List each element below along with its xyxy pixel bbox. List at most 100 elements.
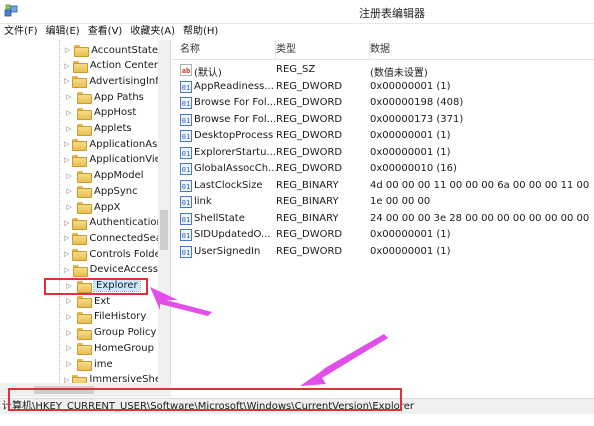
expand-arrow-icon[interactable]: ▷ bbox=[64, 156, 69, 164]
value-row[interactable]: 01 Browse For Fol... REG_DWORD 0x00000173 (… bbox=[172, 112, 594, 128]
explorer-highlight-box bbox=[44, 278, 148, 295]
folder-icon bbox=[77, 123, 92, 136]
menu-view[interactable]: 查看(V) bbox=[84, 24, 127, 40]
binary-value-icon: 01 bbox=[180, 179, 192, 192]
tree-item[interactable]: ▷ Action Center bbox=[0, 58, 158, 74]
registry-values-list[interactable]: 名称 类型 数据 ab (默认) REG_SZ (数值未设置) 01 AppReadine… bbox=[172, 40, 594, 383]
tree-item-label: AdvertisingInfo bbox=[89, 75, 158, 87]
folder-icon bbox=[72, 249, 88, 262]
tree-item[interactable]: ▷ Applets bbox=[0, 121, 158, 137]
tree-item[interactable]: ▷ ApplicationAss bbox=[0, 136, 158, 152]
expand-arrow-icon[interactable]: ▷ bbox=[64, 344, 74, 352]
expand-arrow-icon[interactable]: ▷ bbox=[64, 125, 74, 133]
value-type: REG_DWORD bbox=[276, 163, 343, 174]
tree-item[interactable]: ▷ Controls Folde bbox=[0, 246, 158, 262]
window-title: 注册表编辑器 bbox=[359, 7, 425, 20]
expand-arrow-icon[interactable]: ▷ bbox=[64, 140, 69, 148]
folder-icon bbox=[77, 343, 92, 356]
tree-item-label: ApplicationAss bbox=[89, 138, 158, 150]
expand-arrow-icon[interactable]: ▷ bbox=[64, 376, 69, 383]
expand-arrow-icon[interactable]: ▷ bbox=[64, 329, 74, 337]
tree-item[interactable]: ▷ ImmersiveShel bbox=[0, 372, 158, 383]
column-header-data[interactable]: 数据 bbox=[370, 40, 594, 60]
column-header-name[interactable]: 名称 bbox=[180, 40, 276, 60]
tree-item[interactable]: ▷ ApplicationVie bbox=[0, 152, 158, 168]
tree-item[interactable]: ▷ Group Policy bbox=[0, 325, 158, 341]
tree-item-label: AppModel bbox=[94, 170, 144, 182]
expand-arrow-icon[interactable]: ▷ bbox=[64, 203, 74, 211]
tree-item[interactable]: ▷ AppX bbox=[0, 199, 158, 215]
expand-arrow-icon[interactable]: ▷ bbox=[64, 360, 74, 368]
expand-arrow-icon[interactable]: ▷ bbox=[64, 172, 74, 180]
folder-icon bbox=[77, 170, 92, 183]
value-type: REG_DWORD bbox=[276, 229, 343, 240]
value-type: REG_BINARY bbox=[276, 212, 339, 224]
value-row[interactable]: ab (默认) REG_SZ (数值未设置) bbox=[172, 62, 594, 79]
tree-item-label: Ext bbox=[94, 295, 111, 307]
folder-icon bbox=[77, 202, 92, 214]
menu-help[interactable]: 帮助(H) bbox=[179, 24, 222, 40]
tree-item[interactable]: ▷ App Paths bbox=[0, 89, 158, 105]
tree-item[interactable]: ▷ FileHistory bbox=[0, 309, 158, 325]
value-row[interactable]: 01 SIDUpdatedO... REG_DWORD 0x00000001 (1) bbox=[172, 227, 594, 243]
expand-arrow-icon[interactable]: ▷ bbox=[64, 93, 74, 101]
tree-item[interactable]: ▷ AppSync bbox=[0, 183, 158, 199]
menu-file[interactable]: 文件(F) bbox=[0, 24, 42, 40]
expand-arrow-icon[interactable]: ▷ bbox=[64, 62, 70, 70]
expand-arrow-icon[interactable]: ▷ bbox=[64, 234, 69, 242]
binary-value-icon: 01 bbox=[180, 163, 192, 175]
binary-value-icon: 01 bbox=[180, 146, 192, 159]
expand-arrow-icon[interactable]: ▷ bbox=[64, 46, 71, 54]
expand-arrow-icon[interactable]: ▷ bbox=[64, 250, 69, 258]
menu-edit[interactable]: 编辑(E) bbox=[42, 24, 84, 40]
expand-arrow-icon[interactable]: ▷ bbox=[64, 109, 74, 117]
registry-key-tree[interactable]: ▷ AccountState ▷ Action Center ▷ AdvertisingI… bbox=[0, 40, 171, 383]
binary-value-icon: 01 bbox=[180, 229, 192, 241]
value-row[interactable]: 01 Browse For Fol... REG_DWORD 0x00000198 (… bbox=[172, 95, 594, 111]
folder-icon bbox=[72, 233, 88, 246]
expand-arrow-icon[interactable]: ▷ bbox=[64, 187, 74, 195]
value-row[interactable]: 01 GlobalAssocCh... REG_DWORD 0x00000010 (1… bbox=[172, 161, 594, 177]
binary-value-icon: 01 bbox=[180, 196, 192, 208]
tree-item[interactable]: ▷ DeviceAccess bbox=[0, 262, 158, 278]
value-type: REG_DWORD bbox=[276, 130, 343, 141]
tree-item-label: AppX bbox=[94, 201, 121, 213]
tree-item[interactable]: ▷ Authentication bbox=[0, 215, 158, 231]
tree-item[interactable]: ▷ AccountState bbox=[0, 42, 158, 58]
tree-item[interactable]: ▷ ime bbox=[0, 356, 158, 372]
tree-item-label: Group Policy bbox=[94, 327, 157, 339]
tree-item-label: HomeGroup bbox=[94, 342, 154, 354]
tree-item-label: AppSync bbox=[94, 185, 138, 197]
tree-item-label: ime bbox=[94, 358, 113, 370]
value-row[interactable]: 01 ShellState REG_BINARY 24 00 00 00 3e 28 … bbox=[172, 211, 594, 227]
value-row[interactable]: 01 DesktopProcess REG_DWORD 0x00000001 (1) bbox=[172, 128, 594, 144]
folder-icon bbox=[72, 154, 88, 167]
value-row[interactable]: 01 ExplorerStartu... REG_DWORD 0x00000001 (… bbox=[172, 145, 594, 161]
column-header-type[interactable]: 类型 bbox=[276, 40, 370, 60]
expand-arrow-icon[interactable]: ▷ bbox=[64, 77, 69, 85]
folder-icon bbox=[77, 311, 92, 324]
folder-icon bbox=[74, 45, 90, 57]
value-row[interactable]: 01 UserSignedIn REG_DWORD 0x00000001 (1) bbox=[172, 244, 594, 260]
value-data: 24 00 00 00 3e 28 00 00 00 00 00 00 00 0… bbox=[370, 212, 592, 224]
tree-item[interactable]: ▷ AppModel bbox=[0, 168, 158, 184]
tree-item[interactable]: ▷ AdvertisingInfo bbox=[0, 73, 158, 89]
tree-item[interactable]: ▷ HomeGroup bbox=[0, 340, 158, 356]
expand-arrow-icon[interactable]: ▷ bbox=[64, 297, 74, 305]
tree-item-label: AccountState bbox=[91, 44, 158, 56]
value-row[interactable]: 01 link REG_BINARY 1e 00 00 00 bbox=[172, 194, 594, 210]
tree-item-label: FileHistory bbox=[94, 311, 147, 323]
tree-item-label: AppHost bbox=[94, 107, 137, 119]
value-data: 0x00000001 (1) bbox=[370, 245, 451, 257]
menu-favorites[interactable]: 收藏夹(A) bbox=[126, 24, 179, 40]
expand-arrow-icon[interactable]: ▷ bbox=[64, 313, 74, 321]
tree-item[interactable]: ▷ ConnectedSea bbox=[0, 230, 158, 246]
tree-scrollbar-thumb[interactable] bbox=[160, 210, 168, 250]
tree-item[interactable]: ▷ AppHost bbox=[0, 105, 158, 121]
value-row[interactable]: 01 AppReadiness... REG_DWORD 0x00000001 (1) bbox=[172, 79, 594, 95]
expand-arrow-icon[interactable]: ▷ bbox=[64, 219, 69, 227]
expand-arrow-icon[interactable]: ▷ bbox=[64, 266, 70, 274]
tree-item[interactable]: ▷ Ext bbox=[0, 293, 158, 309]
folder-icon bbox=[77, 296, 92, 309]
value-row[interactable]: 01 LastClockSize REG_BINARY 4d 00 00 00 11 … bbox=[172, 178, 594, 194]
